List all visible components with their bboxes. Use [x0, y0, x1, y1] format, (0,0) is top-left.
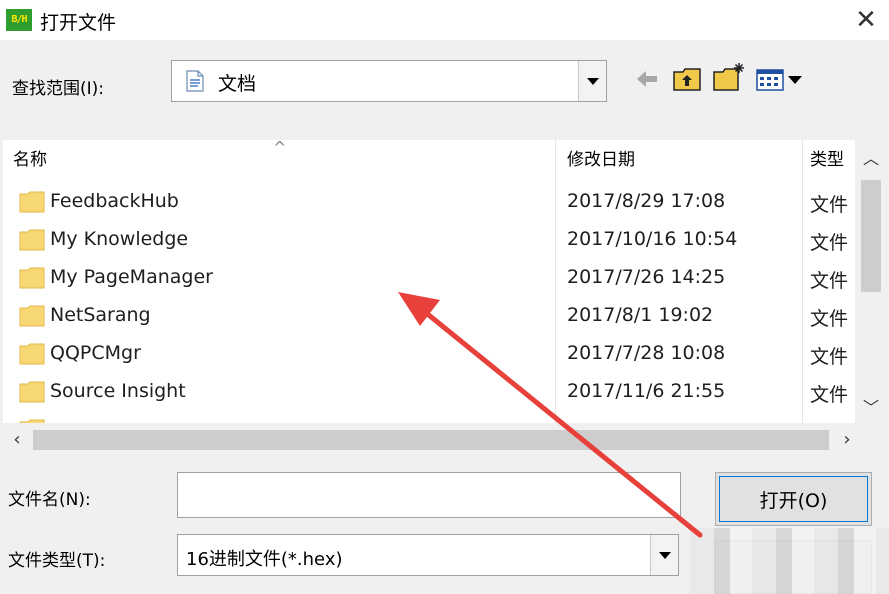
scroll-left-icon[interactable]: ‹	[3, 423, 31, 457]
folder-icon	[19, 229, 45, 251]
blurred-region	[690, 528, 889, 594]
file-rows: FeedbackHub 2017/8/29 17:08 文件 My Knowle…	[3, 180, 855, 423]
filetype-value: 16进制文件(*.hex)	[186, 549, 343, 570]
document-folder-icon	[186, 70, 204, 92]
folder-icon	[19, 191, 45, 213]
file-date: 2017/7/28 10:08	[567, 342, 726, 364]
list-item[interactable]: My Knowledge 2017/10/16 10:54 文件	[3, 221, 855, 259]
file-date: 2017/10/16 10:54	[567, 228, 738, 250]
file-type: 文件	[810, 346, 849, 368]
column-header-type[interactable]: 类型	[810, 140, 844, 180]
file-name: QQPCMgr	[50, 342, 141, 364]
new-folder-icon[interactable]	[712, 62, 746, 92]
column-header-date[interactable]: 修改日期	[567, 140, 635, 180]
filetype-dropdown-button[interactable]	[650, 535, 678, 575]
column-header-name[interactable]: 名称	[13, 140, 47, 180]
title-bar: B/H 打开文件 ✕	[0, 0, 889, 40]
file-name: NetSarang	[50, 304, 151, 326]
horizontal-scroll-thumb[interactable]	[33, 430, 829, 450]
file-name: My PageManager	[50, 266, 213, 288]
folder-icon	[19, 267, 45, 289]
filename-label: 文件名(N):	[8, 490, 91, 510]
back-arrow-icon[interactable]	[634, 66, 660, 92]
file-type: 文件	[810, 194, 849, 216]
file-name: FeedbackHub	[50, 190, 179, 212]
chevron-down-icon	[659, 552, 671, 559]
scroll-up-icon[interactable]: ︿	[855, 144, 887, 174]
lookin-value: 文档	[218, 73, 257, 95]
folder-icon	[19, 381, 45, 403]
open-button-label: 打开(O)	[719, 476, 868, 522]
list-item[interactable]: Source Insight 2017/11/6 21:55 文件	[3, 373, 855, 411]
window-title: 打开文件	[40, 12, 117, 34]
list-item[interactable]: QQPCMgr 2017/7/28 10:08 文件	[3, 335, 855, 373]
file-type: 文件	[810, 232, 849, 254]
file-date: 2017/7/26 14:25	[567, 266, 726, 288]
file-date: 2017/8/29 17:08	[567, 190, 726, 212]
file-name: My Knowledge	[50, 228, 189, 250]
file-list[interactable]: ^ 名称 修改日期 类型 FeedbackHub 2017/8/29 17:08…	[3, 138, 887, 457]
filetype-label: 文件类型(T):	[8, 551, 106, 571]
filetype-dropdown[interactable]: 16进制文件(*.hex)	[177, 534, 679, 576]
vertical-scrollbar[interactable]: ︿ ﹀	[855, 140, 887, 423]
file-date: 2017/8/1 19:02	[567, 304, 714, 326]
file-type: 文件	[810, 308, 849, 330]
open-button[interactable]: 打开(O)	[715, 472, 872, 526]
lookin-label: 查找范围(I):	[12, 79, 105, 99]
scroll-right-icon[interactable]: ›	[833, 423, 861, 457]
scroll-down-icon[interactable]: ﹀	[855, 393, 887, 423]
folder-icon	[19, 305, 45, 327]
list-item[interactable]: NetSarang 2017/8/1 19:02 文件	[3, 297, 855, 335]
filename-input[interactable]	[177, 472, 681, 518]
file-type: 文件	[810, 384, 849, 406]
close-icon[interactable]: ✕	[843, 0, 889, 40]
up-folder-icon[interactable]	[672, 66, 702, 92]
file-date: 2017/11/6 21:55	[567, 380, 726, 402]
sort-ascending-icon: ^	[273, 138, 287, 157]
lookin-dropdown-button[interactable]	[578, 61, 606, 101]
app-icon: B/H	[6, 9, 32, 31]
lookin-dropdown[interactable]: 文档	[171, 60, 607, 102]
vertical-scroll-thumb[interactable]	[861, 180, 881, 292]
list-item[interactable]: FeedbackHub 2017/8/29 17:08 文件	[3, 183, 855, 221]
list-item-partial[interactable]	[3, 411, 855, 423]
list-item[interactable]: My PageManager 2017/7/26 14:25 文件	[3, 259, 855, 297]
horizontal-scrollbar[interactable]: ‹ ›	[3, 423, 887, 457]
file-type: 文件	[810, 270, 849, 292]
folder-icon	[19, 343, 45, 365]
view-menu-icon[interactable]	[756, 68, 804, 92]
file-name: Source Insight	[50, 380, 186, 402]
chevron-down-icon	[587, 78, 599, 85]
